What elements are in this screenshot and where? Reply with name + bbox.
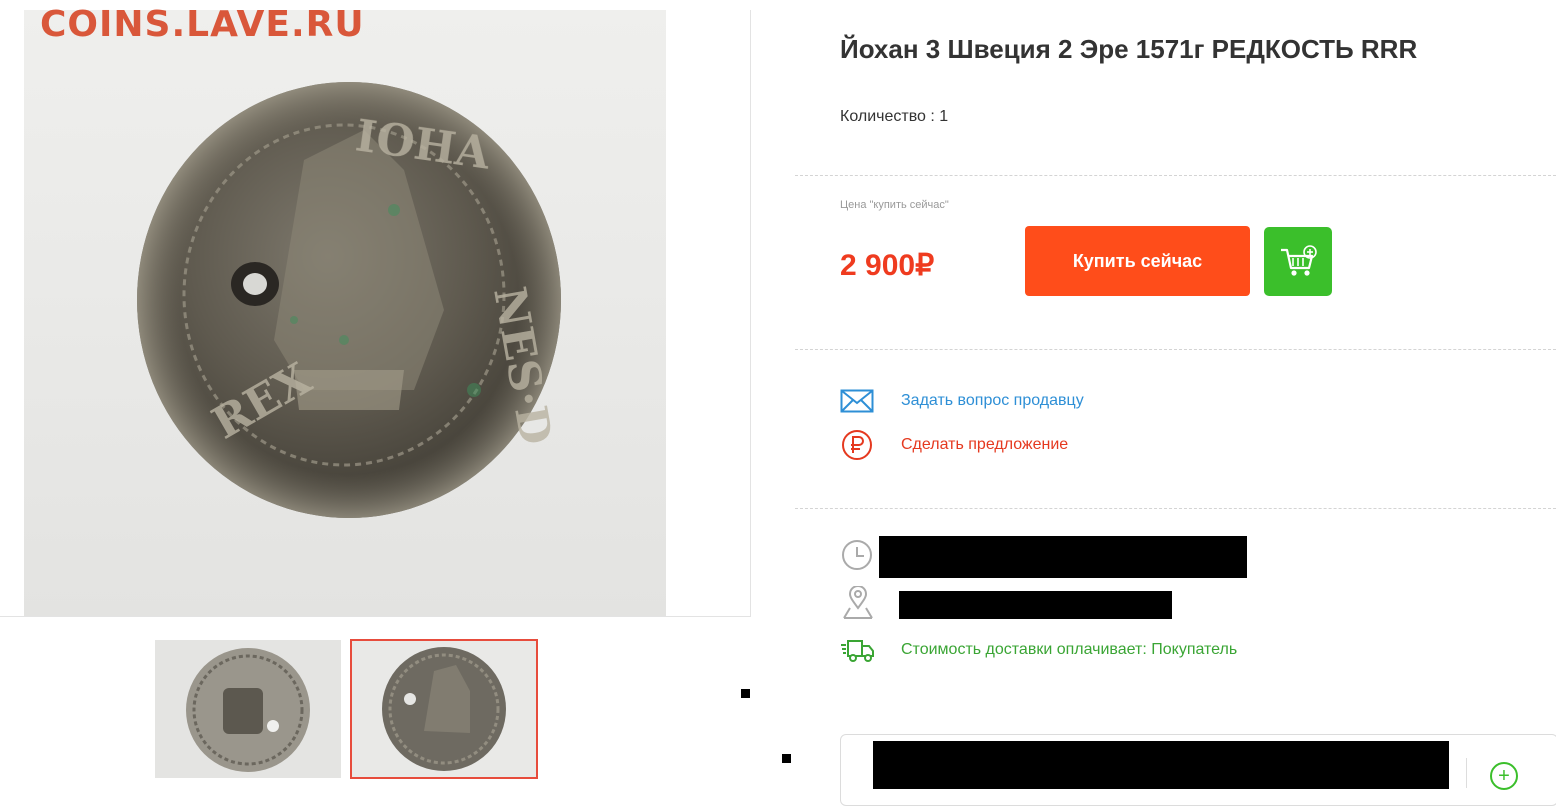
watermark: COINS.LAVE.RU: [40, 4, 365, 45]
main-photo-frame: IOHA NES·D REX: [0, 10, 751, 617]
bullet-marker: [741, 689, 750, 698]
plus-circle-icon: +: [1498, 765, 1510, 787]
redacted-bid-field: [873, 741, 1449, 789]
make-offer-link[interactable]: Сделать предложение: [901, 436, 1068, 454]
divider: [1466, 758, 1467, 788]
make-offer-row: Сделать предложение: [840, 430, 1068, 460]
thumbnail-obverse-image: [186, 648, 310, 772]
thumbnail-obverse[interactable]: [155, 640, 341, 778]
price-value: 2 900₽: [840, 249, 935, 282]
ruble-icon: [840, 430, 876, 460]
add-to-cart-button[interactable]: [1264, 227, 1332, 296]
buy-now-button[interactable]: Купить сейчас: [1025, 226, 1250, 296]
divider: [795, 349, 1556, 350]
bullet-marker: [782, 754, 791, 763]
thumbnail-reverse-image: [382, 647, 506, 771]
location-icon: [840, 586, 876, 619]
cart-plus-icon: [1281, 244, 1317, 276]
ask-seller-row: Задать вопрос продавцу: [840, 386, 1084, 416]
lot-title: Йохан 3 Швеция 2 Эре 1571г РЕДКОСТЬ RRR: [840, 34, 1418, 64]
clock-icon: [840, 540, 876, 570]
truck-icon: [840, 635, 876, 665]
mail-icon: [840, 386, 876, 416]
thumbnail-reverse-selected[interactable]: [350, 639, 538, 779]
end-time-row: [840, 540, 876, 570]
location-row: [840, 586, 876, 619]
divider: [795, 508, 1556, 509]
redacted-location: [899, 591, 1172, 619]
quantity-label: Количество : 1: [840, 108, 949, 125]
redacted-end-time: [879, 536, 1247, 578]
main-coin-photo[interactable]: IOHA NES·D REX: [24, 10, 666, 616]
divider: [795, 175, 1556, 176]
ask-seller-link[interactable]: Задать вопрос продавцу: [901, 392, 1084, 410]
price-label: Цена "купить сейчас": [840, 199, 949, 211]
shipping-row: Стоимость доставки оплачивает: Покупател…: [840, 635, 1237, 665]
increase-bid-button[interactable]: +: [1490, 762, 1518, 790]
shipping-text: Стоимость доставки оплачивает: Покупател…: [901, 641, 1238, 658]
coin-image: IOHA NES·D REX: [137, 82, 561, 518]
